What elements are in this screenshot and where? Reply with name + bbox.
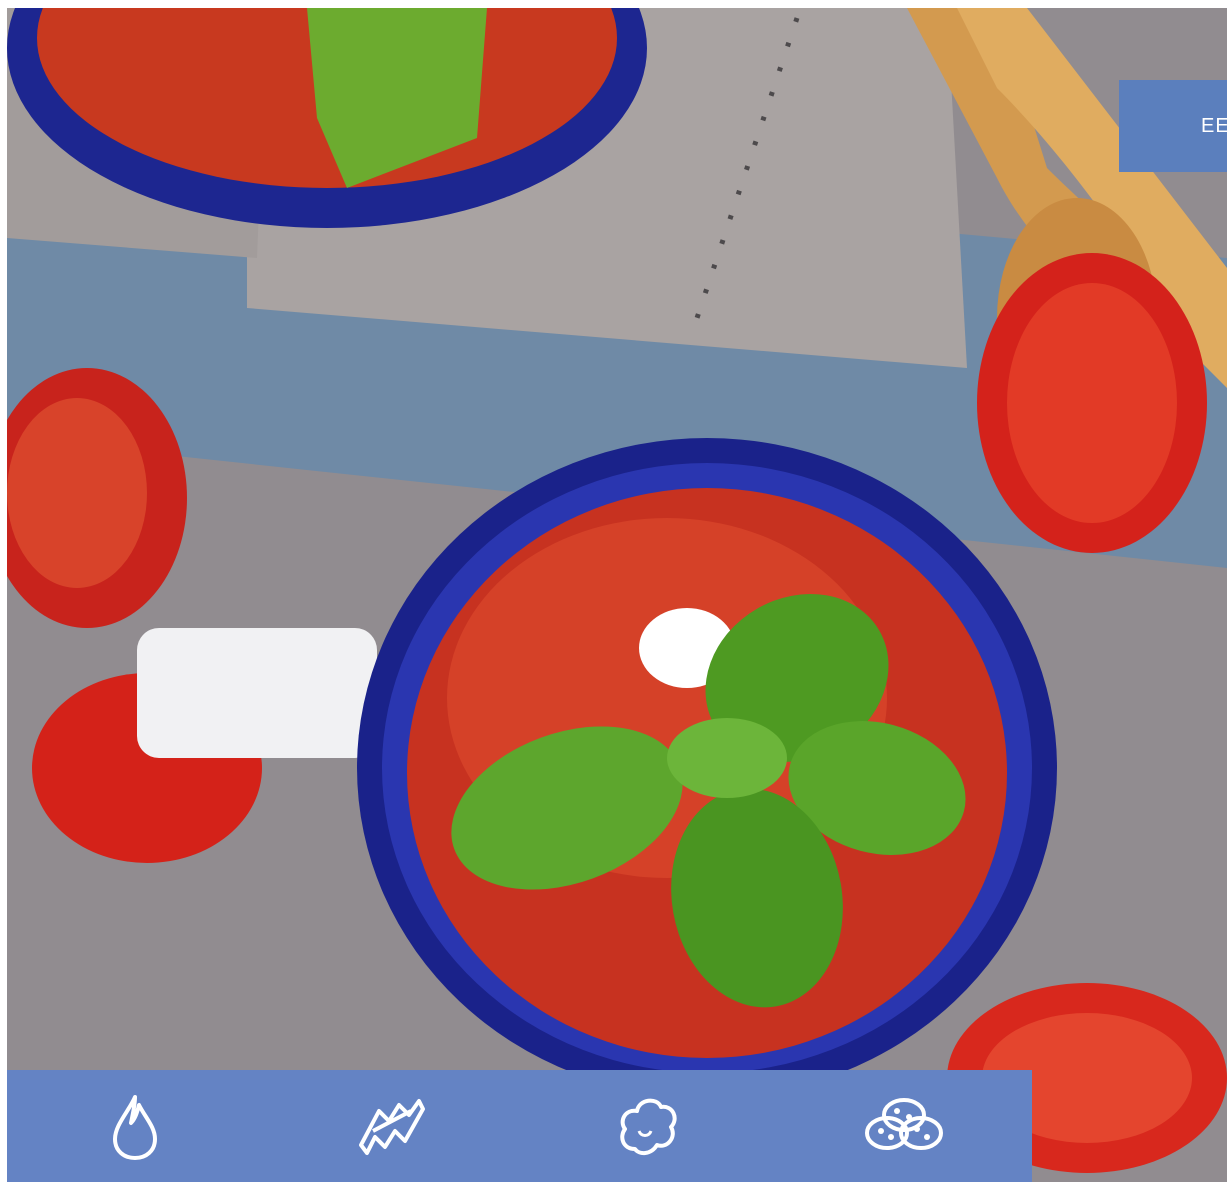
page: EE xyxy=(0,0,1227,1182)
cloud-icon xyxy=(619,1098,677,1156)
icon-bar-item-drop[interactable] xyxy=(7,1070,263,1182)
pasta-icon xyxy=(359,1099,426,1155)
cookies-icon xyxy=(864,1098,943,1150)
hero-image xyxy=(7,8,1227,1182)
drop-icon xyxy=(113,1095,158,1160)
icon-bar-item-cookies[interactable] xyxy=(776,1070,1032,1182)
icon-bar-item-pasta[interactable] xyxy=(263,1070,519,1182)
cta-button[interactable]: EE xyxy=(1119,80,1227,172)
cta-label: EE xyxy=(1201,114,1227,137)
tomato-soup-photo xyxy=(7,8,1227,1182)
icon-bar-item-cloud[interactable] xyxy=(520,1070,776,1182)
icon-bar xyxy=(7,1070,1032,1182)
